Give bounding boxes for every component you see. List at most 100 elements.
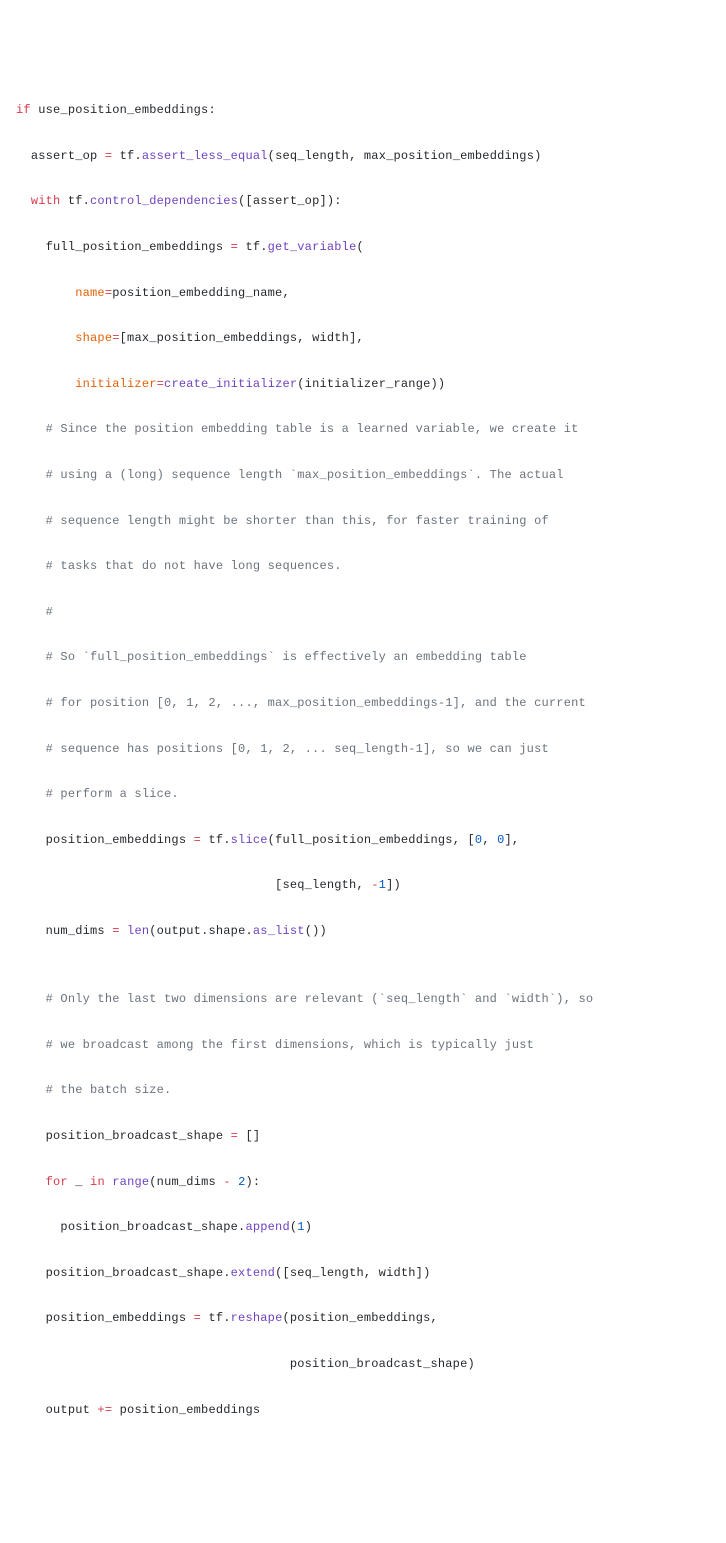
comment: # we broadcast among the first dimension… (46, 1038, 534, 1052)
code-text: , (482, 833, 497, 847)
number: 1 (297, 1220, 304, 1234)
code-text: output (46, 1403, 98, 1417)
code-line: full_position_embeddings = tf.get_variab… (16, 236, 710, 259)
code-text: position_embedding_name, (112, 286, 290, 300)
code-line: position_embeddings = tf.slice(full_posi… (16, 829, 710, 852)
code-text: (initializer_range)) (297, 377, 445, 391)
code-line: # Since the position embedding table is … (16, 418, 710, 441)
code-line: for _ in range(num_dims - 2): (16, 1171, 710, 1194)
code-text: : (334, 194, 341, 208)
code-line: initializer=create_initializer(initializ… (16, 373, 710, 396)
code-text: tf. (112, 149, 142, 163)
code-text: position_broadcast_shape. (46, 1266, 231, 1280)
code-line: # using a (long) sequence length `max_po… (16, 464, 710, 487)
code-line: [seq_length, -1]) (16, 874, 710, 897)
named-arg: name (75, 286, 105, 300)
number: 2 (238, 1175, 245, 1189)
code-line: # the batch size. (16, 1079, 710, 1102)
operator: = (231, 240, 238, 254)
code-text: tf. (60, 194, 90, 208)
code-line: num_dims = len(output.shape.as_list()) (16, 920, 710, 943)
comment: # using a (long) sequence length `max_po… (46, 468, 564, 482)
operator: = (194, 1311, 201, 1325)
code-line: # sequence length might be shorter than … (16, 510, 710, 533)
operator: += (97, 1403, 112, 1417)
code-line: assert_op = tf.assert_less_equal(seq_len… (16, 145, 710, 168)
code-text: (num_dims (149, 1175, 223, 1189)
keyword-in: in (90, 1175, 105, 1189)
code-line: position_embeddings = tf.reshape(positio… (16, 1307, 710, 1330)
code-text (231, 1175, 238, 1189)
code-text: ): (246, 1175, 261, 1189)
code-text: assert_op (31, 149, 105, 163)
code-line: # for position [0, 1, 2, ..., max_positi… (16, 692, 710, 715)
code-text: ) (305, 1220, 312, 1234)
code-line: # tasks that do not have long sequences. (16, 555, 710, 578)
code-line: # So `full_position_embeddings` is effec… (16, 646, 710, 669)
code-text: : (208, 103, 215, 117)
code-text: (full_position_embeddings, [ (268, 833, 475, 847)
function-call: assert_less_equal (142, 149, 268, 163)
code-line: # (16, 601, 710, 624)
function-call: len (127, 924, 149, 938)
code-text: position_broadcast_shape. (60, 1220, 245, 1234)
code-line: position_broadcast_shape) (16, 1353, 710, 1376)
comment: # (46, 605, 53, 619)
code-text: (position_embeddings, (282, 1311, 437, 1325)
code-line: # we broadcast among the first dimension… (16, 1034, 710, 1057)
operator: = (112, 331, 119, 345)
function-call: get_variable (268, 240, 357, 254)
operator: - (371, 878, 378, 892)
operator: = (157, 377, 164, 391)
function-call: control_dependencies (90, 194, 238, 208)
code-text: ([assert_op]) (238, 194, 334, 208)
code-text: position_embeddings (46, 1311, 194, 1325)
keyword-if: if (16, 103, 31, 117)
code-text: ]) (386, 878, 401, 892)
function-call: range (112, 1175, 149, 1189)
code-line: # sequence has positions [0, 1, 2, ... s… (16, 738, 710, 761)
code-text: (seq_length, max_position_embeddings) (268, 149, 542, 163)
keyword-for: for (46, 1175, 68, 1189)
code-text: tf. (201, 1311, 231, 1325)
code-line: position_broadcast_shape.extend([seq_len… (16, 1262, 710, 1285)
code-line: if use_position_embeddings: (16, 99, 710, 122)
code-line: # Only the last two dimensions are relev… (16, 988, 710, 1011)
code-line: output += position_embeddings (16, 1399, 710, 1422)
operator: = (194, 833, 201, 847)
code-text: position_embeddings (46, 833, 194, 847)
function-call: extend (231, 1266, 275, 1280)
number: 0 (497, 833, 504, 847)
number: 1 (379, 878, 386, 892)
code-text: ( (290, 1220, 297, 1234)
code-text: [max_position_embeddings, width], (120, 331, 364, 345)
named-arg: initializer (75, 377, 156, 391)
code-line: name=position_embedding_name, (16, 282, 710, 305)
comment: # the batch size. (46, 1083, 172, 1097)
code-text: ], (505, 833, 520, 847)
code-text: (output.shape. (149, 924, 253, 938)
operator: = (112, 924, 119, 938)
code-line: # perform a slice. (16, 783, 710, 806)
named-arg: shape (75, 331, 112, 345)
operator: - (223, 1175, 230, 1189)
function-call: reshape (231, 1311, 283, 1325)
code-text: ( (356, 240, 363, 254)
code-text: position_broadcast_shape (46, 1129, 231, 1143)
comment: # sequence has positions [0, 1, 2, ... s… (46, 742, 549, 756)
code-line: position_broadcast_shape = [] (16, 1125, 710, 1148)
comment: # perform a slice. (46, 787, 179, 801)
code-line: position_broadcast_shape.append(1) (16, 1216, 710, 1239)
operator: = (231, 1129, 238, 1143)
comment: # sequence length might be shorter than … (46, 514, 549, 528)
code-text: tf. (238, 240, 268, 254)
function-call: slice (231, 833, 268, 847)
function-call: create_initializer (164, 377, 297, 391)
function-call: as_list (253, 924, 305, 938)
code-text: ()) (305, 924, 327, 938)
comment: # Only the last two dimensions are relev… (46, 992, 594, 1006)
comment: # for position [0, 1, 2, ..., max_positi… (46, 696, 586, 710)
code-text: [] (238, 1129, 260, 1143)
code-text (105, 1175, 112, 1189)
code-text: num_dims (46, 924, 113, 938)
